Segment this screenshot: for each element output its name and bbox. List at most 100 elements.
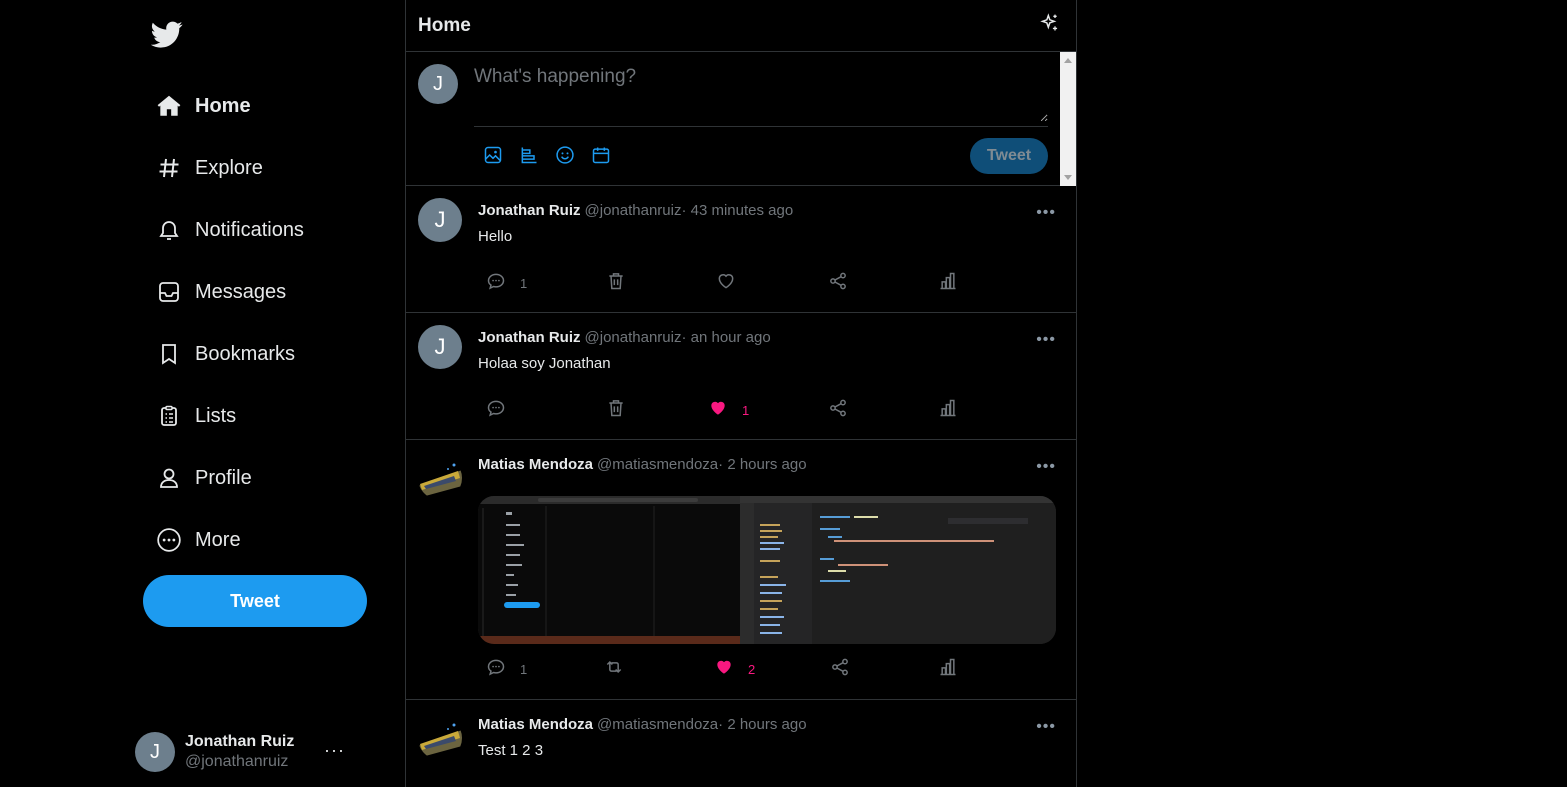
sidebar-item-label: Explore	[195, 156, 263, 179]
sidebar-item-messages[interactable]: Messages	[155, 270, 286, 314]
user-icon	[155, 464, 183, 492]
share-button[interactable]	[828, 399, 848, 421]
avatar[interactable]: J	[418, 325, 462, 369]
tweet-media-image[interactable]	[478, 496, 1056, 644]
avatar: J	[418, 64, 458, 104]
sparkle-icon[interactable]	[1040, 13, 1060, 38]
timeline-header: Home	[406, 0, 1076, 52]
scroll-up-icon[interactable]	[1064, 58, 1072, 63]
like-button[interactable]: 1	[708, 399, 749, 421]
tweet-item[interactable]: J Jonathan Ruiz @jonathanruiz· an hour ag…	[406, 313, 1076, 440]
reply-button[interactable]	[486, 399, 520, 421]
share-icon	[828, 398, 848, 423]
retweet-icon	[604, 657, 624, 682]
tweet-text: Hello	[478, 228, 513, 245]
tweet-composer: J Tweet	[406, 52, 1076, 186]
tweet-time: · an hour ago	[681, 329, 771, 346]
hashtag-icon	[155, 154, 183, 182]
analytics-icon	[938, 657, 958, 682]
delete-button[interactable]	[606, 399, 626, 421]
poll-icon[interactable]	[518, 144, 540, 166]
sidebar-item-label: Messages	[195, 280, 287, 303]
account-menu-icon[interactable]: ···	[324, 740, 345, 761]
tweet-item[interactable]: Matias Mendoza @matiasmendoza· 2 hours ag…	[406, 440, 1076, 700]
analytics-button[interactable]	[938, 658, 958, 680]
sidebar: Home Explore Notifications Messages Book…	[135, 0, 375, 787]
more-circle-icon	[155, 526, 183, 554]
tweet-input[interactable]	[474, 66, 1048, 122]
account-display-name: Jonathan Ruiz	[185, 733, 295, 750]
like-button[interactable]: 2	[714, 658, 755, 680]
more-options-icon[interactable]: •••	[1036, 458, 1056, 476]
trash-icon	[606, 271, 626, 296]
like-count: 1	[742, 402, 750, 418]
sidebar-item-label: More	[195, 528, 241, 551]
reply-icon	[486, 657, 506, 682]
analytics-icon	[938, 398, 958, 423]
avatar[interactable]	[418, 716, 462, 760]
delete-button[interactable]	[606, 272, 626, 294]
tweet-time: · 43 minutes ago	[681, 202, 794, 219]
analytics-button[interactable]	[938, 399, 958, 421]
like-count: 2	[748, 661, 756, 677]
emoji-icon[interactable]	[554, 144, 576, 166]
composer-divider	[474, 126, 1048, 127]
like-button[interactable]	[716, 272, 750, 294]
tweet-item[interactable]: Matias Mendoza @matiasmendoza· 2 hours ag…	[406, 700, 1076, 787]
more-options-icon[interactable]: •••	[1036, 718, 1056, 736]
sidebar-item-more[interactable]: More	[155, 518, 241, 562]
timeline: Home J Tweet J Jonathan Ruiz@jonathanrui…	[405, 0, 1077, 787]
tweet-handle[interactable]: @matiasmendoza	[597, 456, 718, 473]
tweet-item[interactable]: J Jonathan Ruiz @jonathanruiz· 43 minutes…	[406, 186, 1076, 313]
tweet-author-name[interactable]: Matias Mendoza	[478, 716, 593, 733]
analytics-button[interactable]	[938, 272, 958, 294]
retweet-button[interactable]	[604, 658, 624, 680]
share-button[interactable]	[830, 658, 850, 680]
tweet-author-name[interactable]: Jonathan Ruiz	[478, 202, 581, 219]
heart-filled-icon	[708, 398, 728, 423]
tweet-actions: 1	[486, 399, 966, 421]
composer-scrollbar[interactable]	[1060, 52, 1076, 186]
schedule-icon[interactable]	[590, 144, 612, 166]
more-options-icon[interactable]: •••	[1036, 204, 1056, 222]
sidebar-item-profile[interactable]: Profile	[155, 456, 252, 500]
reply-button[interactable]: 1	[486, 272, 527, 294]
heart-filled-icon	[714, 657, 734, 682]
tweet-actions: 1	[486, 272, 966, 294]
bell-icon	[155, 216, 183, 244]
tweet-text: Test 1 2 3	[478, 742, 544, 759]
more-options-icon[interactable]: •••	[1036, 331, 1056, 349]
sidebar-item-home[interactable]: Home	[155, 84, 251, 128]
sidebar-item-label: Home	[195, 94, 251, 117]
sidebar-item-label: Bookmarks	[195, 342, 296, 365]
sidebar-item-notifications[interactable]: Notifications	[155, 208, 304, 252]
sidebar-item-explore[interactable]: Explore	[155, 146, 263, 190]
reply-count: 1	[520, 275, 528, 291]
twitter-bird-icon[interactable]	[150, 18, 183, 50]
tweet-time: · 2 hours ago	[718, 456, 807, 473]
tweet-handle[interactable]: @matiasmendoza	[597, 716, 718, 733]
page-title: Home	[418, 14, 471, 36]
scroll-down-icon[interactable]	[1064, 175, 1072, 180]
image-icon[interactable]	[482, 144, 504, 166]
home-icon	[155, 92, 183, 120]
tweet-submit-button[interactable]: Tweet	[970, 138, 1048, 174]
share-icon	[828, 271, 848, 296]
list-icon	[155, 402, 183, 430]
sidebar-item-bookmarks[interactable]: Bookmarks	[155, 332, 295, 376]
avatar[interactable]: J	[418, 198, 462, 242]
tweet-handle[interactable]: @jonathanruiz	[585, 329, 682, 346]
trash-icon	[606, 398, 626, 423]
share-button[interactable]	[828, 272, 848, 294]
reply-icon	[486, 398, 506, 423]
sidebar-item-lists[interactable]: Lists	[155, 394, 236, 438]
tweet-button[interactable]: Tweet	[143, 575, 367, 627]
tweet-author-name[interactable]: Matias Mendoza	[478, 456, 593, 473]
reply-button[interactable]: 1	[486, 658, 527, 680]
tweet-author-name[interactable]: Jonathan Ruiz	[478, 329, 581, 346]
tweet-handle[interactable]: @jonathanruiz	[585, 202, 682, 219]
avatar[interactable]	[418, 456, 462, 500]
account-switcher[interactable]: J Jonathan Ruiz @jonathanruiz ···	[135, 730, 365, 774]
sidebar-item-label: Notifications	[195, 218, 304, 241]
reply-count: 1	[520, 661, 528, 677]
